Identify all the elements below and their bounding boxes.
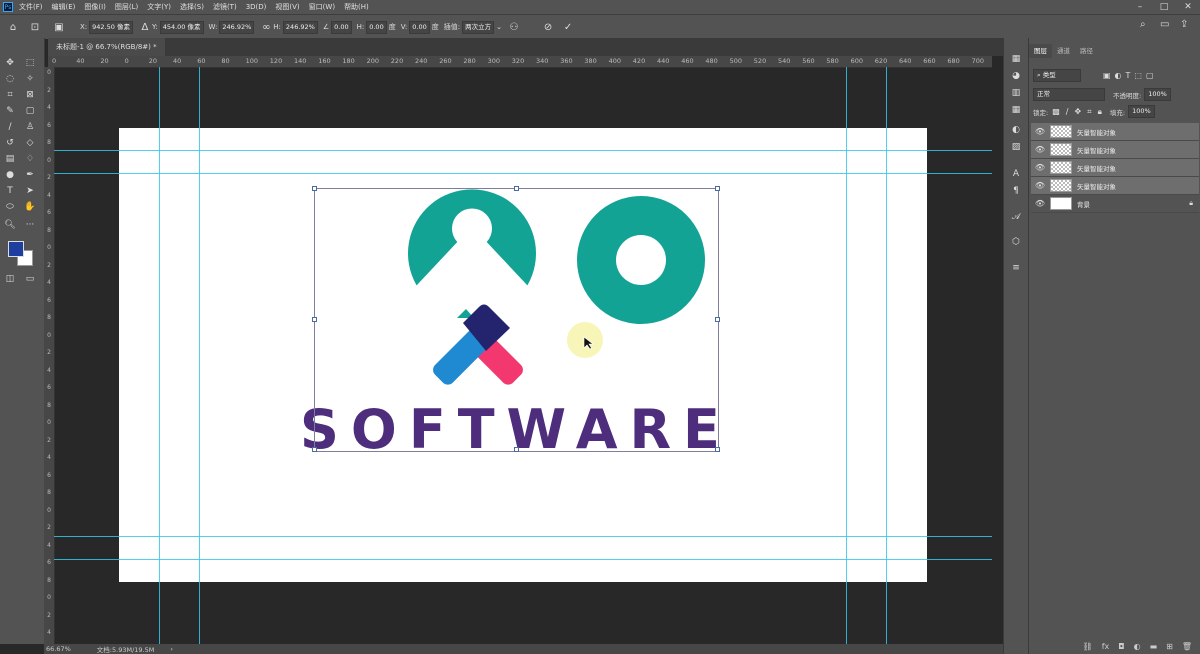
visibility-eye-icon[interactable]: 👁︎ (1034, 163, 1046, 172)
visibility-eye-icon[interactable]: 👁︎ (1034, 181, 1046, 190)
blend-mode-select[interactable]: 正常 (1033, 88, 1105, 101)
lock-label: 锁定: (1033, 108, 1049, 117)
layer-row[interactable]: 👁︎ 矢量智能对象 (1031, 177, 1199, 195)
styles-panel-icon[interactable]: ▨ (1009, 140, 1023, 154)
visibility-eye-icon[interactable]: 👁︎ (1034, 127, 1046, 136)
layers-panel: 图层 通道 路径 ⌕ 类型 ▣◐T⬚▢ 正常 不透明度: 100% 锁定: ▩∕… (1028, 38, 1200, 654)
status-arrow-icon[interactable]: › (170, 645, 173, 653)
status-bar: 66.67% 文档:5.93M/19.5M › (44, 644, 1028, 654)
document-size: 文档:5.93M/19.5M (96, 646, 155, 654)
new-group-icon[interactable]: ▬ (1150, 642, 1158, 651)
transform-handle-bottom-left[interactable] (312, 447, 317, 452)
transform-bounding-box[interactable] (312, 186, 720, 452)
fill-field[interactable]: 100% (1128, 105, 1155, 118)
layer-thumbnail (1050, 125, 1072, 138)
new-layer-icon[interactable]: ⊞ (1166, 642, 1173, 651)
transform-handle-bottom[interactable] (514, 447, 519, 452)
adjustment-layer-icon[interactable]: ◐ (1134, 642, 1141, 651)
lock-row: 锁定: ▩∕✥⌗🔒︎ 填充: 100% (1033, 105, 1155, 118)
panel-tabs: 图层 通道 路径 (1029, 44, 1098, 58)
guide-horizontal[interactable] (54, 150, 992, 151)
tab-paths[interactable]: 路径 (1075, 44, 1098, 58)
grid-panel-icon[interactable]: ▦ (1009, 103, 1023, 117)
layer-filter-type: 类型 (1042, 71, 1056, 79)
swatches-panel-icon[interactable]: ▥ (1009, 86, 1023, 100)
history-panel-icon[interactable]: ▦ (1009, 52, 1023, 66)
blend-row: 正常 不透明度: 100% (1033, 88, 1171, 101)
adjustments-panel-icon[interactable]: ◐ (1009, 123, 1023, 137)
transform-handle-left[interactable] (312, 317, 317, 322)
layer-thumbnail (1050, 197, 1072, 210)
panel-icon-strip: ▦ ◕ ▥ ▦ ◐ ▨ A ¶ 𝒜 ⬡ ≡ (1003, 38, 1029, 654)
layer-name: 矢量智能对象 (1077, 146, 1116, 155)
glyphs-panel-icon[interactable]: 𝒜 (1009, 210, 1023, 224)
delete-layer-icon[interactable]: 🗑︎ (1182, 642, 1192, 651)
lock-icons[interactable]: ▩∕✥⌗🔒︎ (1052, 107, 1108, 117)
3d-panel-icon[interactable]: ⬡ (1009, 235, 1023, 249)
opacity-label: 不透明度: (1113, 91, 1142, 100)
paragraph-panel-icon[interactable]: ¶ (1009, 184, 1023, 198)
guide-vertical[interactable] (846, 67, 847, 644)
layer-mask-icon[interactable]: ◘ (1118, 642, 1124, 651)
tab-channels[interactable]: 通道 (1052, 44, 1075, 58)
layer-style-icon[interactable]: fx (1102, 642, 1110, 651)
transform-handle-right[interactable] (715, 317, 720, 322)
link-layers-icon[interactable]: ⛓︎ (1083, 642, 1093, 651)
layer-filter-icons[interactable]: ▣◐T⬚▢ (1103, 71, 1158, 80)
transform-handle-bottom-right[interactable] (715, 447, 720, 452)
layer-name: 矢量智能对象 (1077, 182, 1116, 191)
visibility-eye-icon[interactable]: 👁︎ (1034, 145, 1046, 154)
layers-panel-footer: ⛓︎ fx ◘ ◐ ▬ ⊞ 🗑︎ (1029, 638, 1200, 654)
layer-thumbnail (1050, 143, 1072, 156)
guide-horizontal[interactable] (54, 559, 992, 560)
layer-filter-select[interactable]: ⌕ 类型 (1033, 69, 1081, 82)
guide-horizontal[interactable] (54, 173, 992, 174)
guide-horizontal[interactable] (54, 536, 992, 537)
layer-thumbnail (1050, 179, 1072, 192)
transform-handle-top-left[interactable] (312, 186, 317, 191)
layer-thumbnail (1050, 161, 1072, 174)
opacity-field[interactable]: 100% (1144, 88, 1171, 101)
character-panel-icon[interactable]: A (1009, 167, 1023, 181)
layer-name: 背景 (1077, 200, 1090, 209)
layer-row[interactable]: 👁︎ 矢量智能对象 (1031, 141, 1199, 159)
layer-row-background[interactable]: 👁︎ 背景 🔒︎ (1031, 195, 1199, 213)
layer-name: 矢量智能对象 (1077, 128, 1116, 137)
properties-panel-icon[interactable]: ≡ (1009, 261, 1023, 275)
guide-vertical[interactable] (886, 67, 887, 644)
color-panel-icon[interactable]: ◕ (1009, 69, 1023, 83)
layer-row[interactable]: 👁︎ 矢量智能对象 (1031, 159, 1199, 177)
transform-handle-top[interactable] (514, 186, 519, 191)
zoom-level[interactable]: 66.67% (46, 645, 71, 653)
guide-vertical[interactable] (159, 67, 160, 644)
transform-handle-top-right[interactable] (715, 186, 720, 191)
guide-vertical[interactable] (199, 67, 200, 644)
lock-icon[interactable]: 🔒︎ (1189, 199, 1193, 208)
fill-label: 填充: (1109, 108, 1126, 117)
tab-layers[interactable]: 图层 (1029, 44, 1052, 58)
layer-row[interactable]: 👁︎ 矢量智能对象 (1031, 123, 1199, 141)
layer-name: 矢量智能对象 (1077, 164, 1116, 173)
layer-filter-row: ⌕ 类型 ▣◐T⬚▢ (1033, 69, 1158, 82)
visibility-eye-icon[interactable]: 👁︎ (1034, 199, 1046, 208)
